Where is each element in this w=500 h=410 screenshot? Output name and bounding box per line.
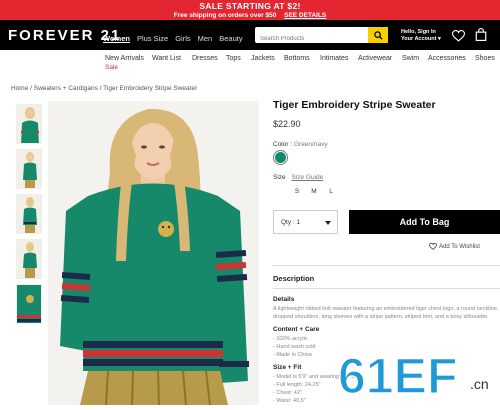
size-option-m[interactable]: M bbox=[310, 188, 318, 195]
signin-line2: Your Account ▾ bbox=[401, 35, 441, 42]
subnav-sale[interactable]: Sale bbox=[105, 64, 118, 71]
promo-headline: SALE STARTING AT $2! bbox=[199, 1, 301, 11]
size-label: Size Size Guide bbox=[273, 174, 323, 181]
promo-details-link[interactable]: SEE DETAILS bbox=[284, 12, 326, 19]
product-title: Tiger Embroidery Stripe Sweater bbox=[273, 99, 436, 111]
search-box bbox=[255, 27, 388, 47]
size-option-s[interactable]: S bbox=[293, 188, 301, 195]
promo-banner: SALE STARTING AT $2! Free shipping on or… bbox=[0, 0, 500, 20]
content-item: - 100% acrylic bbox=[273, 336, 308, 342]
subnav-accessories[interactable]: Accessories bbox=[428, 55, 466, 62]
color-value: Green/navy bbox=[293, 141, 328, 148]
thumbnail-list bbox=[16, 104, 42, 329]
subnav-swim[interactable]: Swim bbox=[402, 55, 419, 62]
thumbnail-3[interactable] bbox=[16, 194, 42, 234]
content-care-heading: Content + Care bbox=[273, 326, 320, 333]
heart-outline-icon bbox=[429, 243, 437, 250]
search-icon bbox=[373, 30, 383, 40]
site-watermark: 61EF .cn bbox=[336, 343, 500, 405]
color-label-text: Color bbox=[273, 141, 289, 148]
subnav-new-arrivals[interactable]: New Arrivals bbox=[105, 55, 144, 62]
thumbnail-2[interactable] bbox=[16, 149, 42, 189]
details-text-line2: dropped shoulders, long sleeves with a s… bbox=[273, 314, 489, 320]
heart-icon[interactable] bbox=[451, 29, 466, 47]
description-heading[interactable]: Description bbox=[273, 274, 314, 283]
nav-plus-size[interactable]: Plus Size bbox=[137, 34, 168, 43]
subnav-intimates[interactable]: Intimates bbox=[320, 55, 348, 62]
shopping-bag-icon[interactable] bbox=[475, 28, 487, 46]
nav-women[interactable]: Women bbox=[103, 34, 130, 43]
thumbnail-5[interactable] bbox=[16, 284, 42, 324]
site-header: FOREVER 21 Women Plus Size Girls Men Bea… bbox=[0, 20, 500, 50]
swatch-fill bbox=[275, 152, 286, 163]
search-input[interactable] bbox=[255, 31, 365, 47]
size-label-text: Size bbox=[273, 174, 286, 181]
details-text-line1: A lightweight ribbed knit sweater featur… bbox=[273, 306, 499, 312]
subnav-tops[interactable]: Tops bbox=[226, 55, 241, 62]
breadcrumb[interactable]: Home / Sweaters + Cardigans / Tiger Embr… bbox=[11, 85, 197, 92]
watermark-text: 61EF bbox=[338, 348, 458, 404]
details-heading: Details bbox=[273, 296, 295, 303]
category-nav: New Arrivals Sale Want List Dresses Tops… bbox=[0, 50, 500, 76]
promo-subline-text: Free shipping on orders over $50 bbox=[173, 12, 277, 19]
watermark-suffix: .cn bbox=[470, 376, 489, 392]
size-fit-heading: Size + Fit bbox=[273, 364, 302, 371]
search-button[interactable] bbox=[368, 27, 388, 43]
subnav-want-list[interactable]: Want List bbox=[152, 55, 181, 62]
thumbnail-4[interactable] bbox=[16, 239, 42, 279]
nav-beauty[interactable]: Beauty bbox=[219, 34, 242, 43]
main-nav: Women Plus Size Girls Men Beauty bbox=[103, 34, 243, 43]
quantity-value: Qty : 1 bbox=[281, 219, 301, 226]
size-options: S M L bbox=[293, 188, 335, 195]
add-to-wishlist-link[interactable]: Add To Wishlist bbox=[429, 243, 480, 250]
divider bbox=[273, 265, 500, 266]
subnav-dresses[interactable]: Dresses bbox=[192, 55, 218, 62]
chevron-down-icon bbox=[325, 221, 331, 225]
product-price: $22.90 bbox=[273, 119, 301, 129]
subnav-shoes[interactable]: Shoes bbox=[475, 55, 495, 62]
subnav-activewear[interactable]: Activewear bbox=[358, 55, 392, 62]
add-to-bag-button[interactable]: Add To Bag bbox=[349, 210, 500, 234]
size-option-l[interactable]: L bbox=[327, 188, 335, 195]
promo-subline: Free shipping on orders over $50 SEE DET… bbox=[0, 11, 500, 20]
nav-girls[interactable]: Girls bbox=[175, 34, 190, 43]
wishlist-label: Add To Wishlist bbox=[439, 243, 480, 250]
subnav-jackets[interactable]: Jackets bbox=[251, 55, 275, 62]
color-label: Color : Green/navy bbox=[273, 141, 328, 148]
product-main-image[interactable] bbox=[48, 101, 259, 405]
color-swatch-green-navy[interactable] bbox=[273, 150, 288, 165]
divider bbox=[273, 288, 500, 289]
account-signin[interactable]: Hello, Sign In Your Account ▾ bbox=[401, 29, 441, 42]
quantity-select[interactable]: Qty : 1 bbox=[273, 210, 338, 234]
size-guide-link[interactable]: Size Guide bbox=[291, 174, 323, 181]
signin-line1: Hello, Sign In bbox=[401, 29, 436, 35]
thumbnail-1[interactable] bbox=[16, 104, 42, 144]
nav-men[interactable]: Men bbox=[198, 34, 213, 43]
subnav-bottoms[interactable]: Bottoms bbox=[284, 55, 310, 62]
